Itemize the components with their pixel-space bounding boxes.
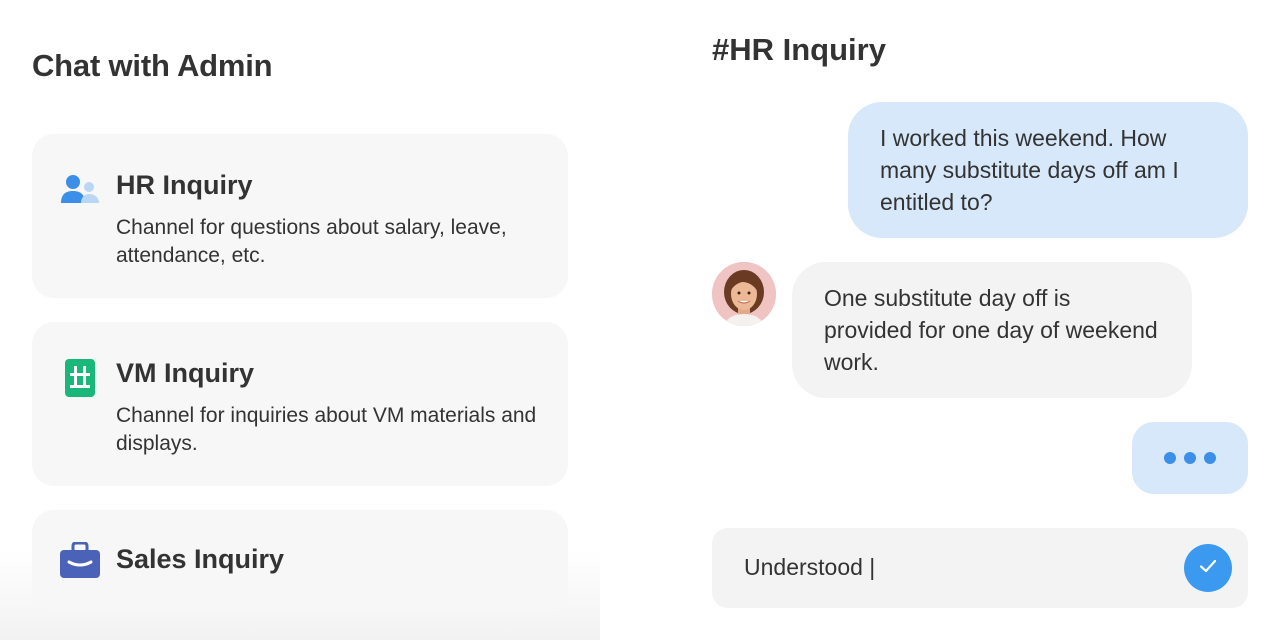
message-input[interactable]: Understood | (744, 554, 875, 581)
checkmark-icon (1197, 555, 1219, 582)
channel-card-vm[interactable]: VM Inquiry Channel for inquiries about V… (32, 322, 568, 486)
channel-card-hr[interactable]: HR Inquiry Channel for questions about s… (32, 134, 568, 298)
channel-description: Channel for questions about salary, leav… (116, 216, 507, 267)
chat-panel: #HR Inquiry I worked this weekend. How m… (600, 0, 1280, 640)
chat-title: #HR Inquiry (712, 32, 886, 67)
admin-message-bubble: One substitute day off is provided for o… (792, 262, 1192, 398)
users-icon (60, 170, 100, 210)
typing-dot (1164, 452, 1176, 464)
channel-card-sales[interactable]: Sales Inquiry (32, 510, 568, 612)
admin-avatar (712, 262, 776, 326)
display-board-icon (60, 358, 100, 398)
channel-list-panel: Chat with Admin HR Inquiry Channel for q… (0, 0, 600, 640)
typing-dot (1204, 452, 1216, 464)
message-input-bar[interactable]: Understood | (712, 528, 1248, 608)
channel-title: Sales Inquiry (116, 544, 285, 574)
send-button[interactable] (1184, 544, 1232, 592)
channel-title: HR Inquiry (116, 170, 253, 200)
typing-indicator (1132, 422, 1248, 494)
channel-title: VM Inquiry (116, 358, 255, 388)
user-message-bubble: I worked this weekend. How many substitu… (848, 102, 1248, 238)
channel-description: Channel for inquiries about VM materials… (116, 404, 537, 455)
page-title: Chat with Admin (32, 48, 273, 83)
briefcase-icon (60, 540, 100, 580)
typing-dot (1184, 452, 1196, 464)
